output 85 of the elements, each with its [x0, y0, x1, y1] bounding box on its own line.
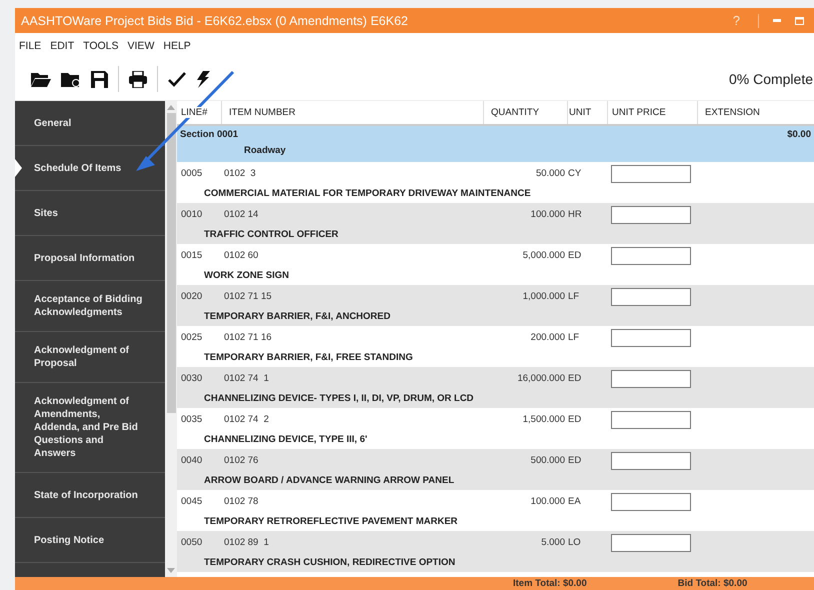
section-description: Roadway [243, 145, 287, 156]
menu-item[interactable]: HELP [163, 40, 191, 52]
unit-price-field[interactable] [611, 410, 691, 428]
folder-gear-icon[interactable] [61, 70, 81, 88]
item-number: 0102 3 [223, 168, 257, 179]
column-header[interactable]: QUANTITY [483, 101, 567, 124]
item-number: 0102 76 [223, 455, 260, 466]
unit-price-field[interactable] [611, 370, 691, 388]
quantity: 50.000 [534, 168, 566, 179]
quantity: 100.000 [530, 209, 566, 220]
maximize-icon[interactable] [795, 16, 804, 24]
folder-icon[interactable] [31, 71, 51, 87]
column-header[interactable]: EXTENSION [697, 101, 814, 124]
item-description: ARROW BOARD / ADVANCE WARNING ARROW PANEL [203, 475, 456, 486]
quantity: 500.000 [530, 455, 566, 466]
menu-item[interactable]: VIEW [128, 40, 154, 52]
item-number: 0102 74 1 [223, 373, 270, 384]
unit-price-field[interactable] [611, 206, 691, 224]
line-number: 0010 [180, 209, 204, 220]
item-description: TEMPORARY BARRIER, F&I, FREE STANDING [203, 352, 414, 363]
item-description: TEMPORARY RETROREFLECTIVE PAVEMENT MARKER [203, 516, 459, 527]
item-description: CHANNELIZING DEVICE, TYPE III, 6' [203, 434, 368, 445]
unit: HR [567, 209, 583, 220]
item-description: TEMPORARY CRASH CUSHION, REDIRECTIVE OPTION [203, 557, 456, 568]
unit: ED [567, 373, 582, 384]
unit-price-field[interactable] [611, 328, 691, 346]
quantity: 100.000 [530, 496, 566, 507]
line-number: 0035 [180, 414, 204, 425]
menu-item[interactable]: FILE [19, 40, 42, 52]
unit-price-field[interactable] [611, 452, 691, 470]
column-header[interactable]: LINE# [180, 107, 208, 118]
item-description: WORK ZONE SIGN [203, 270, 290, 281]
column-header[interactable]: UNIT PRICE [607, 101, 697, 124]
unit-price-field[interactable] [611, 288, 691, 306]
section-extension: $0.00 [787, 129, 811, 140]
line-number: 0015 [180, 250, 204, 261]
line-number: 0040 [180, 455, 204, 466]
item-number: 0102 60 [223, 250, 260, 261]
line-number: 0020 [180, 291, 204, 302]
checkmark-icon[interactable] [168, 72, 186, 86]
menu-item[interactable]: TOOLS [83, 40, 119, 52]
line-number: 0045 [180, 496, 204, 507]
save-icon[interactable] [91, 70, 108, 88]
item-number: 0102 14 [223, 209, 260, 220]
column-header[interactable]: UNIT [567, 101, 607, 124]
line-number: 0030 [180, 373, 204, 384]
line-number: 0050 [180, 537, 204, 548]
item-number: 0102 71 15 [223, 291, 273, 302]
quantity: 5.000 [540, 537, 566, 548]
unit: ED [567, 250, 582, 261]
item-number: 0102 71 16 [223, 332, 273, 343]
item-description: TRAFFIC CONTROL OFFICER [203, 229, 340, 240]
quantity: 16,000.000 [516, 373, 566, 384]
line-number: 0005 [180, 168, 204, 179]
quantity: 1,500.000 [522, 414, 566, 425]
section-name: Section 0001 [180, 129, 238, 140]
item-number: 0102 78 [223, 496, 260, 507]
unit: ED [567, 414, 582, 425]
menu-item[interactable]: EDIT [50, 40, 74, 52]
item-number: 0102 89 1 [223, 537, 270, 548]
item-total: Item Total: $0.00 [513, 578, 587, 589]
quantity: 5,000.000 [522, 250, 566, 261]
printer-icon[interactable] [129, 70, 147, 88]
unit: EA [567, 496, 582, 507]
unit: LF [567, 291, 580, 302]
quantity: 1,000.000 [522, 291, 566, 302]
unit: ED [567, 455, 582, 466]
bid-total: Bid Total: $0.00 [678, 578, 748, 589]
column-header[interactable]: ITEM NUMBER [221, 101, 483, 124]
unit: LF [567, 332, 580, 343]
item-number: 0102 74 2 [223, 414, 270, 425]
item-description: TEMPORARY BARRIER, F&I, ANCHORED [203, 311, 392, 322]
window-title: AASHTOWare Project Bids Bid - E6K62.ebsx (0 Amendments) E6K62 [21, 14, 408, 28]
item-description: CHANNELIZING DEVICE- TYPES I, II, DI, VP, DRUM, OR LCD [203, 393, 475, 404]
lightning-icon[interactable] [196, 70, 210, 88]
unit-price-field[interactable] [611, 246, 691, 264]
unit-price-field[interactable] [611, 492, 691, 510]
item-description: COMMERCIAL MATERIAL FOR TEMPORARY DRIVEWAY MAINTENANCE [203, 188, 532, 199]
unit: LO [567, 537, 582, 548]
unit-price-field[interactable] [611, 534, 691, 552]
line-number: 0025 [180, 332, 204, 343]
unit: CY [567, 168, 582, 179]
unit-price-field[interactable] [611, 164, 691, 182]
quantity: 200.000 [530, 332, 566, 343]
progress-label: 0% Complete [728, 71, 814, 87]
